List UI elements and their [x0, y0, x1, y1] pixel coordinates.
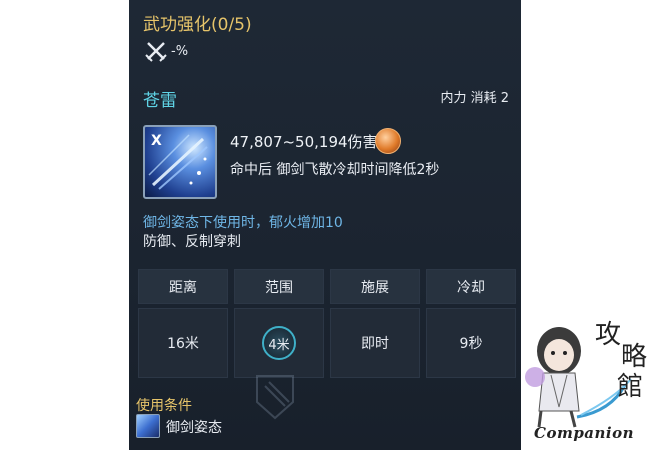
enhance-value: -%: [171, 44, 189, 59]
stat-header-range: 范围: [234, 269, 324, 304]
stat-value-range: 4米: [262, 326, 296, 360]
enhance-title: 武功强化(0/5): [143, 15, 252, 35]
skill-effect: 命中后 御剑飞散冷却时间降低2秒: [230, 162, 440, 178]
condition-text: 御剑姿态: [166, 420, 222, 436]
skill-name: 苍雷: [143, 91, 177, 111]
stat-value-cast: 即时: [330, 308, 420, 378]
sword-stance-icon: [136, 414, 160, 438]
stat-value-cooldown: 9秒: [426, 308, 516, 378]
svg-text:略: 略: [621, 342, 647, 372]
svg-text:攻: 攻: [595, 320, 621, 350]
skill-hotkey: X: [151, 133, 162, 149]
skill-tooltip: 武功强化(0/5) -% 苍雷 内力 消耗 2 X 47,807~50,194伤…: [129, 0, 521, 450]
fist-icon: [375, 128, 401, 154]
stat-header-cooldown: 冷却: [426, 269, 516, 304]
crossed-swords-icon: [145, 42, 167, 62]
stance-note-detail: 防御、反制穿刺: [143, 234, 241, 250]
svg-text:館: 館: [617, 372, 643, 402]
stat-value-range-cell: 4米: [234, 308, 324, 378]
skill-damage: 47,807~50,194伤害: [230, 133, 378, 151]
stat-header-distance: 距离: [138, 269, 228, 304]
companion-logo-text: Companion: [534, 424, 635, 442]
stat-header-cast: 施展: [330, 269, 420, 304]
watermark-emblem: [256, 375, 294, 420]
skill-cost: 内力 消耗 2: [440, 91, 509, 106]
skill-icon: X: [143, 125, 217, 199]
stance-note: 御剑姿态下使用时，郁火增加10: [143, 215, 343, 231]
condition-title: 使用条件: [136, 398, 192, 414]
stat-value-distance: 16米: [138, 308, 228, 378]
